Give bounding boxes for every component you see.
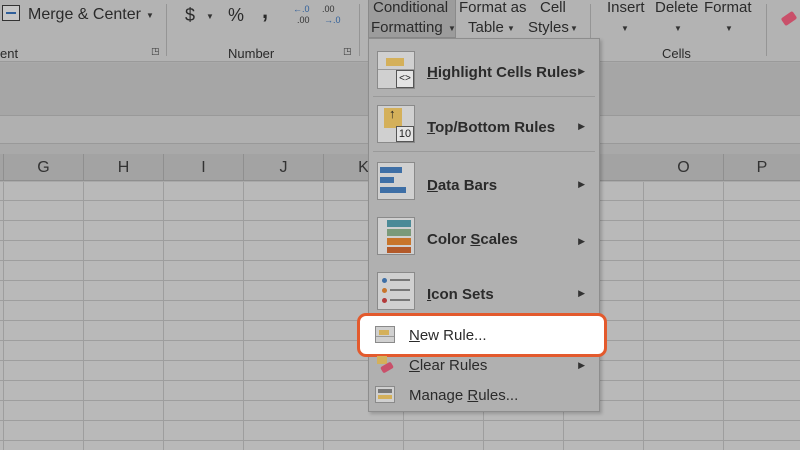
submenu-arrow-icon: ▶	[578, 179, 585, 189]
delete-button[interactable]: Delete	[655, 0, 698, 18]
currency-button[interactable]: $	[185, 5, 195, 25]
decrease-decimal-bottom: →.0	[324, 15, 341, 25]
up-arrow-icon: ↑	[389, 106, 396, 121]
increase-decimal-top: ←.0	[293, 4, 310, 14]
column-header-j[interactable]: J	[244, 154, 324, 181]
merge-center-button[interactable]: Merge & Center	[28, 5, 141, 25]
menu-item-manage-rules[interactable]: Manage Rules...	[369, 384, 599, 410]
column-header-h[interactable]: H	[84, 154, 164, 181]
menu-item-top-bottom-rules[interactable]: ↑ 10 Top/Bottom Rules ▶	[369, 99, 599, 151]
group-divider	[766, 4, 767, 56]
new-rule-label: New Rule...	[409, 327, 487, 344]
column-header-p[interactable]: P	[724, 154, 800, 181]
format-as-table-dropdown-icon[interactable]: ▼	[507, 24, 515, 33]
cell-styles-line1[interactable]: Cell	[540, 0, 566, 18]
submenu-arrow-icon: ▶	[578, 121, 585, 131]
highlight-cells-label: Highlight Cells Rules	[427, 64, 578, 81]
insert-button[interactable]: Insert	[607, 0, 645, 18]
new-rule-icon	[375, 326, 395, 343]
percent-button[interactable]: %	[228, 5, 244, 25]
insert-dropdown-icon[interactable]: ▼	[621, 24, 629, 33]
comma-style-button[interactable]: ,	[262, 0, 268, 22]
color-scales-icon	[377, 217, 415, 255]
submenu-arrow-icon: ▶	[578, 236, 585, 246]
alignment-group-label: ent	[0, 46, 19, 61]
top-bottom-badge: 10	[396, 126, 414, 142]
decrease-decimal-top: .00	[322, 4, 335, 14]
manage-rules-icon	[375, 386, 395, 403]
delete-dropdown-icon[interactable]: ▼	[674, 24, 682, 33]
submenu-arrow-icon: ▶	[578, 66, 585, 76]
clear-rules-label: Clear Rules	[409, 357, 488, 374]
icon-sets-label: Icon Sets	[427, 286, 494, 303]
currency-dropdown-icon[interactable]: ▼	[206, 12, 214, 21]
number-group-label: Number	[228, 46, 275, 61]
cell-styles-dropdown-icon[interactable]: ▼	[570, 24, 578, 33]
group-divider	[359, 4, 360, 56]
menu-item-icon-sets[interactable]: Icon Sets ▶	[369, 267, 599, 319]
highlight-cells-icon: <>	[377, 51, 415, 89]
top-bottom-label: Top/Bottom Rules	[427, 119, 556, 136]
cf-label-line2: Formatting	[371, 19, 443, 36]
format-as-table-line1[interactable]: Format as	[459, 0, 527, 18]
eraser-icon[interactable]	[780, 10, 798, 27]
conditional-formatting-button[interactable]: Conditional Formatting ▼	[368, 0, 456, 38]
format-as-table-line2[interactable]: Table	[468, 18, 504, 38]
decrease-decimal-button[interactable]: .00 →.0	[322, 4, 346, 28]
column-header-i[interactable]: I	[164, 154, 244, 181]
cells-group-label: Cells	[662, 46, 691, 61]
top-bottom-icon: ↑ 10	[377, 105, 415, 143]
column-header-o[interactable]: O	[644, 154, 724, 181]
icon-sets-icon	[377, 272, 415, 310]
submenu-arrow-icon: ▶	[578, 360, 585, 370]
menu-item-highlight-cells-rules[interactable]: <> Highlight Cells Rules ▶	[369, 47, 599, 97]
clear-rules-icon	[375, 356, 395, 374]
merge-center-dropdown-icon[interactable]: ▼	[146, 11, 154, 20]
format-button[interactable]: Format	[704, 0, 752, 18]
new-rule-highlight[interactable]: New Rule...	[357, 313, 607, 357]
menu-divider	[373, 96, 595, 97]
column-header-g[interactable]: G	[4, 154, 84, 181]
group-divider	[166, 4, 167, 56]
increase-decimal-bottom: .00	[297, 15, 310, 25]
cf-dropdown-icon: ▼	[448, 24, 456, 33]
menu-item-data-bars[interactable]: Data Bars ▶	[369, 154, 599, 209]
data-bars-label: Data Bars	[427, 177, 498, 194]
menu-item-color-scales[interactable]: Color Scales ▶	[369, 211, 599, 266]
menu-divider	[373, 151, 595, 152]
data-bars-icon	[377, 162, 415, 200]
merge-center-icon	[2, 5, 20, 21]
alignment-launcher-icon[interactable]: ◳	[151, 46, 160, 57]
format-dropdown-icon[interactable]: ▼	[725, 24, 733, 33]
menu-item-clear-rules[interactable]: Clear Rules ▶	[369, 354, 599, 380]
submenu-arrow-icon: ▶	[578, 288, 585, 298]
manage-rules-label: Manage Rules...	[409, 387, 519, 404]
number-launcher-icon[interactable]: ◳	[343, 46, 352, 57]
cf-label-line1: Conditional	[373, 0, 449, 16]
cell-styles-line2[interactable]: Styles	[528, 18, 569, 38]
color-scales-label: Color Scales	[427, 231, 518, 248]
increase-decimal-button[interactable]: ←.0 .00	[293, 4, 317, 28]
highlight-cells-badge: <>	[396, 70, 414, 88]
